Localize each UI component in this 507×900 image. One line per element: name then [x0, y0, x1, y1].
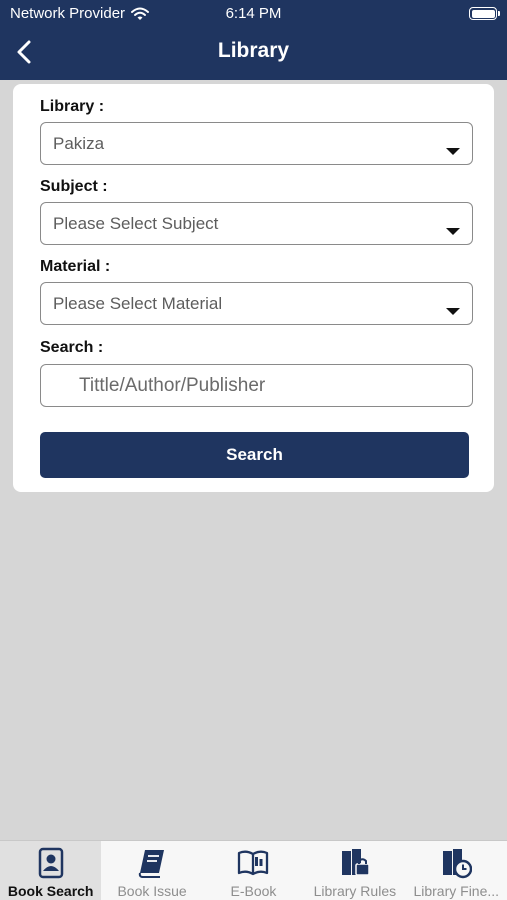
library-dropdown[interactable]: Pakiza	[40, 122, 473, 165]
material-label: Material :	[40, 258, 111, 275]
library-rules-icon	[341, 849, 370, 876]
search-label: Search :	[40, 339, 104, 356]
tab-label: Library Fine...	[413, 883, 500, 899]
tab-label: Book Search	[7, 883, 94, 899]
tab-label: Library Rules	[313, 883, 397, 899]
tab-label: E-Book	[230, 883, 277, 899]
tab-library-fine[interactable]: Library Fine...	[406, 841, 507, 900]
library-fine-icon	[443, 849, 473, 879]
status-time: 6:14 PM	[225, 5, 282, 22]
library-value: Pakiza	[53, 134, 105, 153]
bottom-tab-bar: Book Search Book Issue E-Book Library Ru…	[0, 840, 507, 900]
book-search-icon	[38, 847, 63, 879]
search-input[interactable]	[40, 364, 473, 407]
tab-book-issue[interactable]: Book Issue	[101, 841, 202, 900]
dropdown-caret-icon	[446, 308, 460, 315]
battery-icon	[469, 7, 500, 20]
tab-library-rules[interactable]: Library Rules	[304, 841, 405, 900]
dropdown-caret-icon	[446, 228, 460, 235]
library-label: Library :	[40, 98, 105, 115]
search-button[interactable]: Search	[40, 432, 469, 478]
e-book-icon	[238, 850, 269, 876]
subject-label: Subject :	[40, 178, 108, 195]
page-title: Library	[217, 39, 290, 62]
tab-book-search[interactable]: Book Search	[0, 841, 102, 900]
book-issue-icon	[138, 850, 165, 878]
tab-e-book[interactable]: E-Book	[203, 841, 304, 900]
status-bar: Network Provider 6:14 PM	[0, 0, 507, 28]
subject-dropdown[interactable]: Please Select Subject	[40, 202, 473, 245]
search-form-card: Library : Pakiza Subject : Please Select…	[13, 84, 494, 492]
subject-value: Please Select Subject	[53, 214, 219, 233]
tab-label: Book Issue	[117, 883, 187, 899]
material-dropdown[interactable]: Please Select Material	[40, 282, 473, 325]
dropdown-caret-icon	[446, 148, 460, 155]
material-value: Please Select Material	[53, 294, 223, 313]
top-bar: Network Provider 6:14 PM Library	[0, 0, 507, 80]
